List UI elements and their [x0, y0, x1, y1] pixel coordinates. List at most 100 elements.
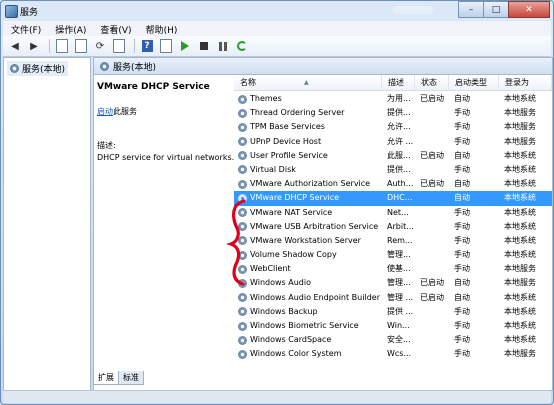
close-button[interactable]: ✕ [508, 1, 550, 18]
console-view-icon[interactable] [158, 38, 174, 54]
table-row[interactable]: Windows CardSpace 安全... 手动 本地系统 [234, 333, 552, 347]
services-app-icon [5, 5, 18, 18]
table-row[interactable]: Themes 为用... 已启动 自动 本地系统 [234, 92, 552, 106]
table-row[interactable]: UPnP Device Host 允许 ... 手动 本地服务 [234, 135, 552, 149]
column-header-logon-as[interactable]: 登录为 [499, 75, 552, 90]
start-service-suffix: 此服务 [113, 107, 137, 116]
service-name: Virtual Disk [250, 164, 296, 174]
service-startup-type: 自动 [454, 292, 470, 302]
service-status: 已启动 [420, 278, 444, 288]
service-name: UPnP Device Host [250, 136, 322, 146]
service-description: Arbit... [387, 221, 414, 231]
services-list[interactable]: 名称 ▲ 描述 状态 启动类型 登录为 Themes 为用... 已启动 自动 本地系统 T… [234, 75, 552, 375]
table-row[interactable]: TPM Base Services 允许... 手动 本地服务 [234, 120, 552, 134]
tree-item-services-local[interactable]: 服务(本地) [7, 61, 69, 76]
service-status: 已启动 [420, 94, 444, 103]
start-service-icon[interactable] [177, 38, 193, 54]
service-name: VMware Authorization Service [250, 179, 371, 189]
show-tree-icon[interactable] [54, 38, 70, 54]
service-startup-type: 自动 [454, 150, 470, 160]
service-name: WebClient [250, 264, 291, 274]
start-service-link[interactable]: 启动 [97, 107, 113, 116]
service-gear-icon [238, 307, 247, 317]
blurred-title-region [393, 6, 433, 14]
menu-file[interactable]: 文件(F) [3, 21, 47, 36]
table-row[interactable]: VMware Workstation Server Rem... 手动 本地系统 [234, 234, 552, 248]
back-arrow-icon[interactable]: ◀ [7, 38, 23, 54]
column-header-description[interactable]: 描述 [382, 75, 415, 90]
service-startup-type: 手动 [454, 108, 470, 118]
properties-icon[interactable] [73, 38, 89, 54]
service-gear-icon [238, 165, 247, 175]
menu-view[interactable]: 查看(V) [92, 21, 137, 36]
service-gear-icon [238, 179, 247, 189]
table-row[interactable]: Windows Audio 管理... 已启动 自动 本地服务 [234, 276, 552, 290]
service-startup-type: 手动 [454, 235, 470, 245]
service-rows: Themes 为用... 已启动 自动 本地系统 Thread Ordering Serv… [234, 92, 552, 362]
service-status [420, 220, 450, 234]
help-icon[interactable]: ? [139, 38, 155, 54]
table-row[interactable]: Windows Backup 提供 ... 手动 本地系统 [234, 305, 552, 319]
panel-header: 服务(本地) [94, 58, 552, 75]
console-tree: 服务(本地) [3, 57, 91, 391]
service-description: 使基... [387, 264, 411, 274]
menu-action[interactable]: 操作(A) [47, 21, 92, 36]
description-label: 描述: [97, 141, 116, 150]
table-row[interactable]: VMware NAT Service Net... 手动 本地系统 [234, 206, 552, 220]
service-name-cell: VMware Workstation Server [238, 234, 382, 248]
service-gear-icon [238, 335, 247, 345]
service-gear-icon [238, 278, 247, 288]
service-logon-as: 本地系统 [504, 150, 536, 160]
service-gear-icon [238, 94, 247, 104]
service-name-cell: Windows Backup [238, 305, 382, 319]
table-row[interactable]: VMware USB Arbitration Service Arbit... 手动… [234, 220, 552, 234]
table-row[interactable]: Thread Ordering Server 提供... 手动 本地服务 [234, 106, 552, 120]
service-status: 已启动 [420, 150, 444, 160]
services-window: 服务 – □ ✕ 文件(F) 操作(A) 查看(V) 帮助(H) ◀ ▶ ⟳ ?… [0, 0, 554, 405]
restart-service-icon[interactable] [234, 38, 250, 54]
service-startup-type: 自动 [454, 94, 470, 103]
service-description: 提供 ... [387, 306, 414, 316]
service-name-cell: Windows Color System [238, 347, 382, 361]
tab-extended[interactable]: 扩展 [93, 371, 119, 385]
menu-help[interactable]: 帮助(H) [138, 21, 184, 36]
service-startup-type: 自动 [454, 278, 470, 288]
service-description: 允许... [387, 122, 411, 132]
table-row[interactable]: Windows Biometric Service Win... 手动 本地系统 [234, 319, 552, 333]
minimize-button[interactable]: – [458, 1, 484, 18]
table-row[interactable]: Volume Shadow Copy 管理... 手动 本地系统 [234, 248, 552, 262]
table-row[interactable]: Virtual Disk 提供... 手动 本地系统 [234, 163, 552, 177]
service-name: TPM Base Services [250, 122, 325, 132]
table-row[interactable]: Windows Audio Endpoint Builder 管理 ... 已启动自… [234, 291, 552, 305]
pause-service-icon[interactable] [215, 38, 231, 54]
service-name: VMware NAT Service [250, 207, 333, 217]
service-status [420, 191, 450, 205]
export-list-icon[interactable] [111, 38, 127, 54]
service-status: 已启动 [420, 292, 444, 302]
service-logon-as: 本地服务 [504, 136, 536, 146]
table-row[interactable]: User Profile Service 此服... 已启动 自动 本地系统 [234, 149, 552, 163]
service-description: 安全... [387, 335, 411, 345]
title-bar[interactable]: 服务 – □ ✕ [1, 1, 553, 21]
stop-service-icon[interactable] [196, 38, 212, 54]
table-row[interactable]: VMware DHCP Service DHC... 自动 本地系统 [234, 191, 552, 206]
table-row[interactable]: Windows Color System Wcs... 手动 本地服务 [234, 347, 552, 361]
maximize-button[interactable]: □ [483, 1, 509, 18]
column-header-name[interactable]: 名称 ▲ [234, 75, 382, 90]
service-name: VMware DHCP Service [250, 193, 340, 203]
service-description: 管理... [387, 250, 411, 260]
service-status [420, 106, 450, 120]
service-logon-as: 本地系统 [504, 164, 536, 174]
service-name-cell: VMware DHCP Service [238, 191, 382, 205]
column-header-startup-type[interactable]: 启动类型 [449, 75, 499, 90]
forward-arrow-icon[interactable]: ▶ [26, 38, 42, 54]
view-tabs: 扩展 标准 [93, 371, 144, 385]
service-name: Windows CardSpace [250, 335, 332, 345]
column-header-status[interactable]: 状态 [415, 75, 449, 90]
service-gear-icon [238, 264, 247, 274]
refresh-icon[interactable]: ⟳ [92, 38, 108, 54]
table-row[interactable]: WebClient 使基... 手动 本地服务 [234, 262, 552, 276]
tab-standard[interactable]: 标准 [118, 371, 144, 385]
table-row[interactable]: VMware Authorization Service Auth... 已启动 自动… [234, 177, 552, 191]
service-startup-type: 手动 [454, 164, 470, 174]
